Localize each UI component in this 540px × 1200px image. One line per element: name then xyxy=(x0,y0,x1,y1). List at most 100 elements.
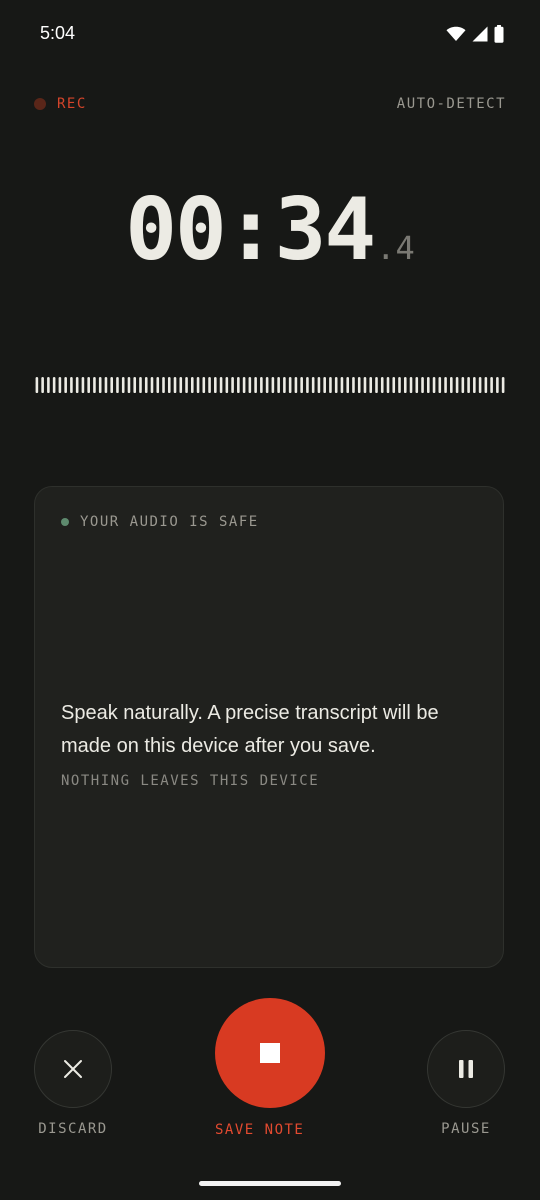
waveform-bar xyxy=(461,377,465,393)
waveform-bar xyxy=(214,377,217,393)
record-dot-icon xyxy=(34,98,46,110)
signal-icon xyxy=(472,26,488,42)
privacy-subtext: NOTHING LEAVES THIS DEVICE xyxy=(61,773,320,789)
timer-tenths: .4 xyxy=(376,229,415,267)
waveform-bar xyxy=(81,377,85,393)
discard-label: DISCARD xyxy=(38,1121,108,1137)
save-note-button[interactable] xyxy=(215,998,325,1108)
pause-icon xyxy=(459,1060,473,1078)
waveform-bar xyxy=(104,377,108,393)
waveform-bar xyxy=(438,377,442,393)
waveform-bar xyxy=(179,377,183,393)
waveform-bar xyxy=(473,377,476,393)
waveform-bar xyxy=(455,377,459,393)
waveform-bar xyxy=(190,377,194,393)
language-auto-detect-button[interactable]: AUTO-DETECT xyxy=(397,96,506,112)
waveform-bar xyxy=(208,377,211,393)
waveform-bar xyxy=(490,377,493,393)
waveform-bar xyxy=(317,377,321,393)
waveform-bar xyxy=(421,377,424,393)
waveform-bar xyxy=(237,377,240,393)
privacy-badge-label: YOUR AUDIO IS SAFE xyxy=(80,514,259,530)
waveform-bar xyxy=(162,377,165,393)
waveform-bar xyxy=(41,377,44,393)
audio-waveform xyxy=(35,377,505,393)
close-icon xyxy=(64,1060,82,1078)
pause-label: PAUSE xyxy=(441,1121,491,1137)
save-control: SAVE NOTE xyxy=(215,998,325,1138)
status-time: 5:04 xyxy=(40,23,76,43)
waveform-bar xyxy=(369,377,373,393)
waveform-bar xyxy=(248,377,252,393)
waveform-bar xyxy=(306,377,309,393)
waveform-bar xyxy=(277,377,280,393)
waveform-bar xyxy=(357,377,361,393)
waveform-bar xyxy=(294,377,298,393)
waveform-bar xyxy=(271,377,275,393)
waveform-bar xyxy=(375,377,378,393)
waveform-bar xyxy=(52,377,56,393)
home-indicator[interactable] xyxy=(199,1181,341,1186)
waveform-bar xyxy=(346,377,350,393)
transcript-card: YOUR AUDIO IS SAFE Speak naturally. A pr… xyxy=(34,486,504,968)
waveform-bar xyxy=(196,377,200,393)
stop-icon xyxy=(260,1043,280,1063)
instruction-text: Speak naturally. A precise transcript wi… xyxy=(61,702,439,757)
waveform-bar xyxy=(144,377,148,393)
waveform-bar xyxy=(450,377,453,393)
waveform-bar xyxy=(398,377,401,393)
waveform-bar xyxy=(173,377,177,393)
waveform-bar xyxy=(386,377,390,393)
save-note-label: SAVE NOTE xyxy=(215,1122,305,1138)
waveform-bar xyxy=(110,377,114,393)
waveform-bar xyxy=(242,377,246,393)
waveform-bar xyxy=(231,377,234,393)
waveform-bar xyxy=(93,377,96,393)
pause-button[interactable] xyxy=(427,1030,505,1108)
waveform-bar xyxy=(467,377,470,393)
recording-indicator: REC xyxy=(34,96,87,112)
waveform-bar xyxy=(219,377,223,393)
recording-timer: 00:34 .4 xyxy=(0,180,540,280)
waveform-bar xyxy=(300,377,303,393)
waveform-bar xyxy=(58,377,62,393)
waveform-bar xyxy=(64,377,67,393)
waveform-bar xyxy=(283,377,286,393)
waveform-bar xyxy=(98,377,102,393)
waveform-bar xyxy=(329,377,332,393)
waveform-bar xyxy=(47,377,50,393)
rec-label: REC xyxy=(57,96,87,112)
waveform-bar xyxy=(116,377,119,393)
waveform-bar xyxy=(139,377,142,393)
waveform-bar xyxy=(496,377,499,393)
waveform-bar xyxy=(501,377,505,393)
status-bar: 5:04 xyxy=(0,0,540,68)
waveform-bar xyxy=(484,377,488,393)
waveform-bar xyxy=(363,377,367,393)
waveform-bar xyxy=(340,377,344,393)
waveform-bar xyxy=(352,377,355,393)
waveform-bar xyxy=(415,377,419,393)
waveform-bar xyxy=(254,377,257,393)
discard-button[interactable] xyxy=(34,1030,112,1108)
waveform-bar xyxy=(323,377,326,393)
waveform-bar xyxy=(311,377,315,393)
waveform-bar xyxy=(225,377,229,393)
waveform-bar xyxy=(150,377,154,393)
waveform-bar xyxy=(87,377,90,393)
waveform-bar xyxy=(127,377,131,393)
waveform-bar xyxy=(444,377,447,393)
waveform-bar xyxy=(334,377,338,393)
wifi-icon xyxy=(446,26,466,41)
waveform-bar xyxy=(265,377,269,393)
status-icons xyxy=(446,24,504,44)
pause-control: PAUSE xyxy=(427,1030,505,1137)
waveform-bar xyxy=(403,377,407,393)
waveform-bar xyxy=(432,377,436,393)
waveform-bar xyxy=(288,377,292,393)
waveform-bar xyxy=(35,377,39,393)
waveform-bar xyxy=(156,377,160,393)
waveform-bar xyxy=(426,377,430,393)
waveform-bar xyxy=(409,377,413,393)
waveform-bar xyxy=(121,377,125,393)
